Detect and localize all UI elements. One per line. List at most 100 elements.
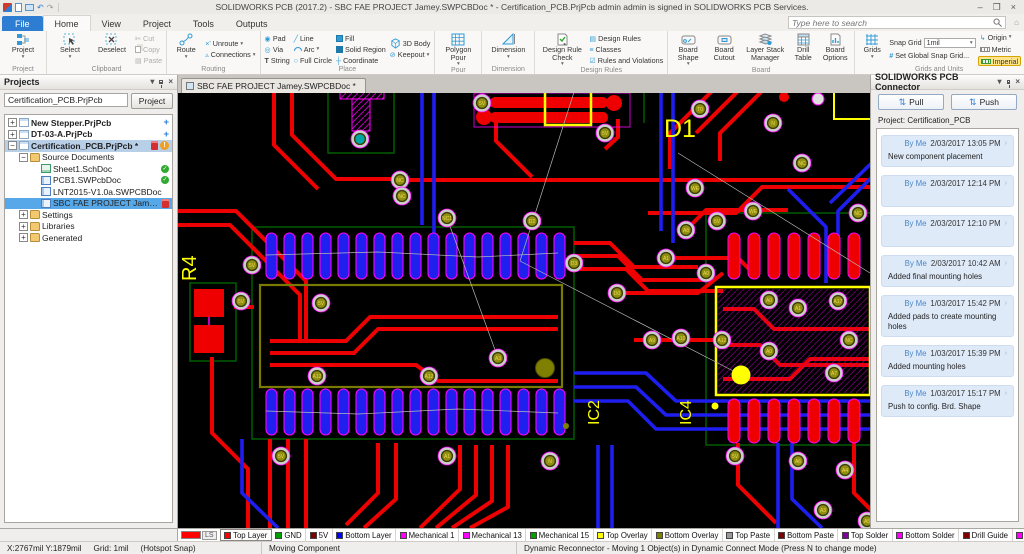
connector-pad[interactable] bbox=[374, 389, 385, 435]
via-pad[interactable]: A9 bbox=[643, 331, 661, 349]
fill-button[interactable]: Fill bbox=[334, 33, 388, 43]
new-document-icon[interactable] bbox=[15, 3, 22, 12]
origin-button[interactable]: ↳Origin▾ bbox=[978, 32, 1022, 42]
layer-stack-manager-button[interactable]: Layer Stack Manager bbox=[742, 32, 788, 67]
search-box[interactable] bbox=[788, 16, 1006, 29]
via-pad[interactable]: D3 bbox=[565, 254, 583, 272]
menu-tab-file[interactable]: File bbox=[2, 16, 43, 31]
via-pad[interactable]: NC bbox=[393, 187, 411, 205]
layer-tab-gnd[interactable]: GND bbox=[272, 529, 306, 541]
comment-chevron-icon[interactable]: › bbox=[1005, 140, 1007, 147]
layer-tab-mechanical-1[interactable]: Mechanical 1 bbox=[396, 529, 459, 541]
search-input[interactable] bbox=[792, 18, 991, 28]
arc-button[interactable]: Arc▾ bbox=[292, 44, 334, 54]
comment-author[interactable]: By Me bbox=[904, 349, 926, 358]
push-button[interactable]: ⇅Push bbox=[951, 94, 1017, 110]
via-pad[interactable]: 5V bbox=[473, 94, 491, 112]
layer-tab-top-paste[interactable]: Top Paste bbox=[723, 529, 775, 541]
comment-author[interactable]: By Me bbox=[904, 389, 926, 398]
panel-menu-icon[interactable]: ▾ bbox=[150, 77, 154, 87]
restore-button[interactable]: ❐ bbox=[993, 1, 1001, 13]
panel-pin-icon[interactable] bbox=[159, 80, 163, 84]
tree-item[interactable]: SBC FAE PROJECT Jamey.SWPCBDoc * bbox=[5, 198, 172, 210]
connector-pad[interactable] bbox=[410, 389, 421, 435]
via-pad[interactable] bbox=[351, 130, 369, 148]
connector-pad[interactable] bbox=[338, 389, 349, 435]
connector-pad[interactable] bbox=[446, 389, 457, 435]
via-pad[interactable]: 5V bbox=[232, 292, 250, 310]
via-pad[interactable]: A8 bbox=[677, 221, 695, 239]
via-pad[interactable]: A4 bbox=[836, 461, 854, 479]
via-pad[interactable]: 5V bbox=[726, 447, 744, 465]
via-pad[interactable]: A10 bbox=[672, 329, 690, 347]
tree-item[interactable]: −Source Documents bbox=[5, 152, 172, 164]
via-pad[interactable]: A5 bbox=[858, 512, 870, 528]
connector-pad[interactable] bbox=[338, 233, 349, 279]
string-button[interactable]: TString bbox=[263, 55, 292, 65]
layer-tab-top-overlay[interactable]: Top Overlay bbox=[594, 529, 653, 541]
tree-item[interactable]: +Generated bbox=[5, 232, 172, 244]
via-pad[interactable] bbox=[536, 359, 555, 378]
coordinate-button[interactable]: ┼Coordinate bbox=[334, 55, 388, 65]
document-tab[interactable]: SBC FAE PROJECT Jamey.SWPCBDoc * bbox=[181, 78, 366, 93]
connector-pad[interactable] bbox=[356, 389, 367, 435]
comment-chevron-icon[interactable]: › bbox=[1005, 390, 1007, 397]
layer-tab-mechanical-13[interactable]: Mechanical 13 bbox=[459, 529, 526, 541]
connector-pad[interactable] bbox=[464, 389, 475, 435]
dimension-button[interactable]: Dimension ▾ bbox=[484, 32, 532, 66]
connector-pad[interactable] bbox=[518, 233, 529, 279]
layer-tab-keep-o[interactable]: Keep-O bbox=[1013, 529, 1024, 541]
comment-card[interactable]: By Me2/03/2017 10:42 AM›Added final moun… bbox=[881, 255, 1014, 287]
via-pad[interactable]: 5V bbox=[272, 447, 290, 465]
via-pad[interactable]: NC bbox=[391, 171, 409, 189]
menu-tab-project[interactable]: Project bbox=[132, 16, 182, 31]
select-button[interactable]: Select ▾ bbox=[49, 32, 91, 66]
connector-pad[interactable] bbox=[500, 389, 511, 435]
layer-tab-5v[interactable]: 5V bbox=[306, 529, 333, 541]
connector-pad[interactable] bbox=[266, 233, 277, 279]
current-layer-swatch[interactable] bbox=[181, 531, 201, 539]
deselect-button[interactable]: Deselect bbox=[91, 32, 133, 66]
via-pad[interactable]: N bbox=[764, 114, 782, 132]
via-pad[interactable]: A3 bbox=[814, 501, 832, 519]
connector-pad[interactable] bbox=[356, 233, 367, 279]
comment-author[interactable]: By Me bbox=[905, 259, 927, 268]
board-cutout-button[interactable]: Board Cutout bbox=[706, 32, 742, 67]
via-pad[interactable]: A7 bbox=[825, 364, 843, 382]
close-button[interactable]: × bbox=[1011, 1, 1016, 13]
via-pad[interactable]: NC bbox=[849, 204, 867, 222]
via-pad[interactable]: A1 bbox=[789, 299, 807, 317]
connector-pad[interactable] bbox=[482, 389, 493, 435]
via-pad[interactable]: NC bbox=[793, 154, 811, 172]
copy-button[interactable]: Copy bbox=[133, 44, 164, 54]
panel-pin-icon[interactable] bbox=[1007, 80, 1011, 84]
add-to-project-icon[interactable]: + bbox=[163, 129, 169, 140]
open-document-icon[interactable] bbox=[25, 4, 34, 11]
expand-icon[interactable]: + bbox=[19, 233, 28, 242]
panel-close-icon[interactable]: × bbox=[168, 77, 173, 87]
layer-tab-top-solder[interactable]: Top Solder bbox=[838, 529, 892, 541]
via-pad[interactable]: A12 bbox=[420, 367, 438, 385]
board-options-button[interactable]: Board Options bbox=[818, 32, 852, 67]
comment-chevron-icon[interactable]: › bbox=[1005, 350, 1007, 357]
board-shape-button[interactable]: Board Shape ▾ bbox=[670, 32, 706, 67]
expand-icon[interactable]: + bbox=[8, 130, 17, 139]
comment-card[interactable]: By Me2/03/2017 12:14 PM› bbox=[881, 175, 1014, 207]
comment-chevron-icon[interactable]: › bbox=[1005, 300, 1007, 307]
via-pad[interactable]: A12 bbox=[713, 331, 731, 349]
tree-item[interactable]: +Settings bbox=[5, 209, 172, 221]
via-pad[interactable]: NC bbox=[840, 331, 858, 349]
project-button[interactable]: Project ▾ bbox=[2, 32, 44, 66]
design-rule-check-button[interactable]: Design Rule Check ▾ bbox=[537, 32, 587, 67]
comment-chevron-icon[interactable]: › bbox=[1005, 180, 1007, 187]
via-pad[interactable]: A12 bbox=[308, 367, 326, 385]
imperial-button[interactable]: Imperial bbox=[978, 56, 1022, 66]
route-button[interactable]: Route ▾ bbox=[169, 32, 203, 66]
cut-button[interactable]: ✄Cut bbox=[133, 33, 164, 43]
via-pad[interactable]: 5V bbox=[596, 124, 614, 142]
collapse-icon[interactable]: − bbox=[8, 141, 17, 150]
via-pad[interactable]: A3 bbox=[489, 349, 507, 367]
via-pad[interactable]: A6 bbox=[789, 452, 807, 470]
tree-item[interactable]: +New Stepper.PrjPcb+ bbox=[5, 117, 172, 129]
full-circle-button[interactable]: ○Full Circle bbox=[292, 55, 334, 65]
